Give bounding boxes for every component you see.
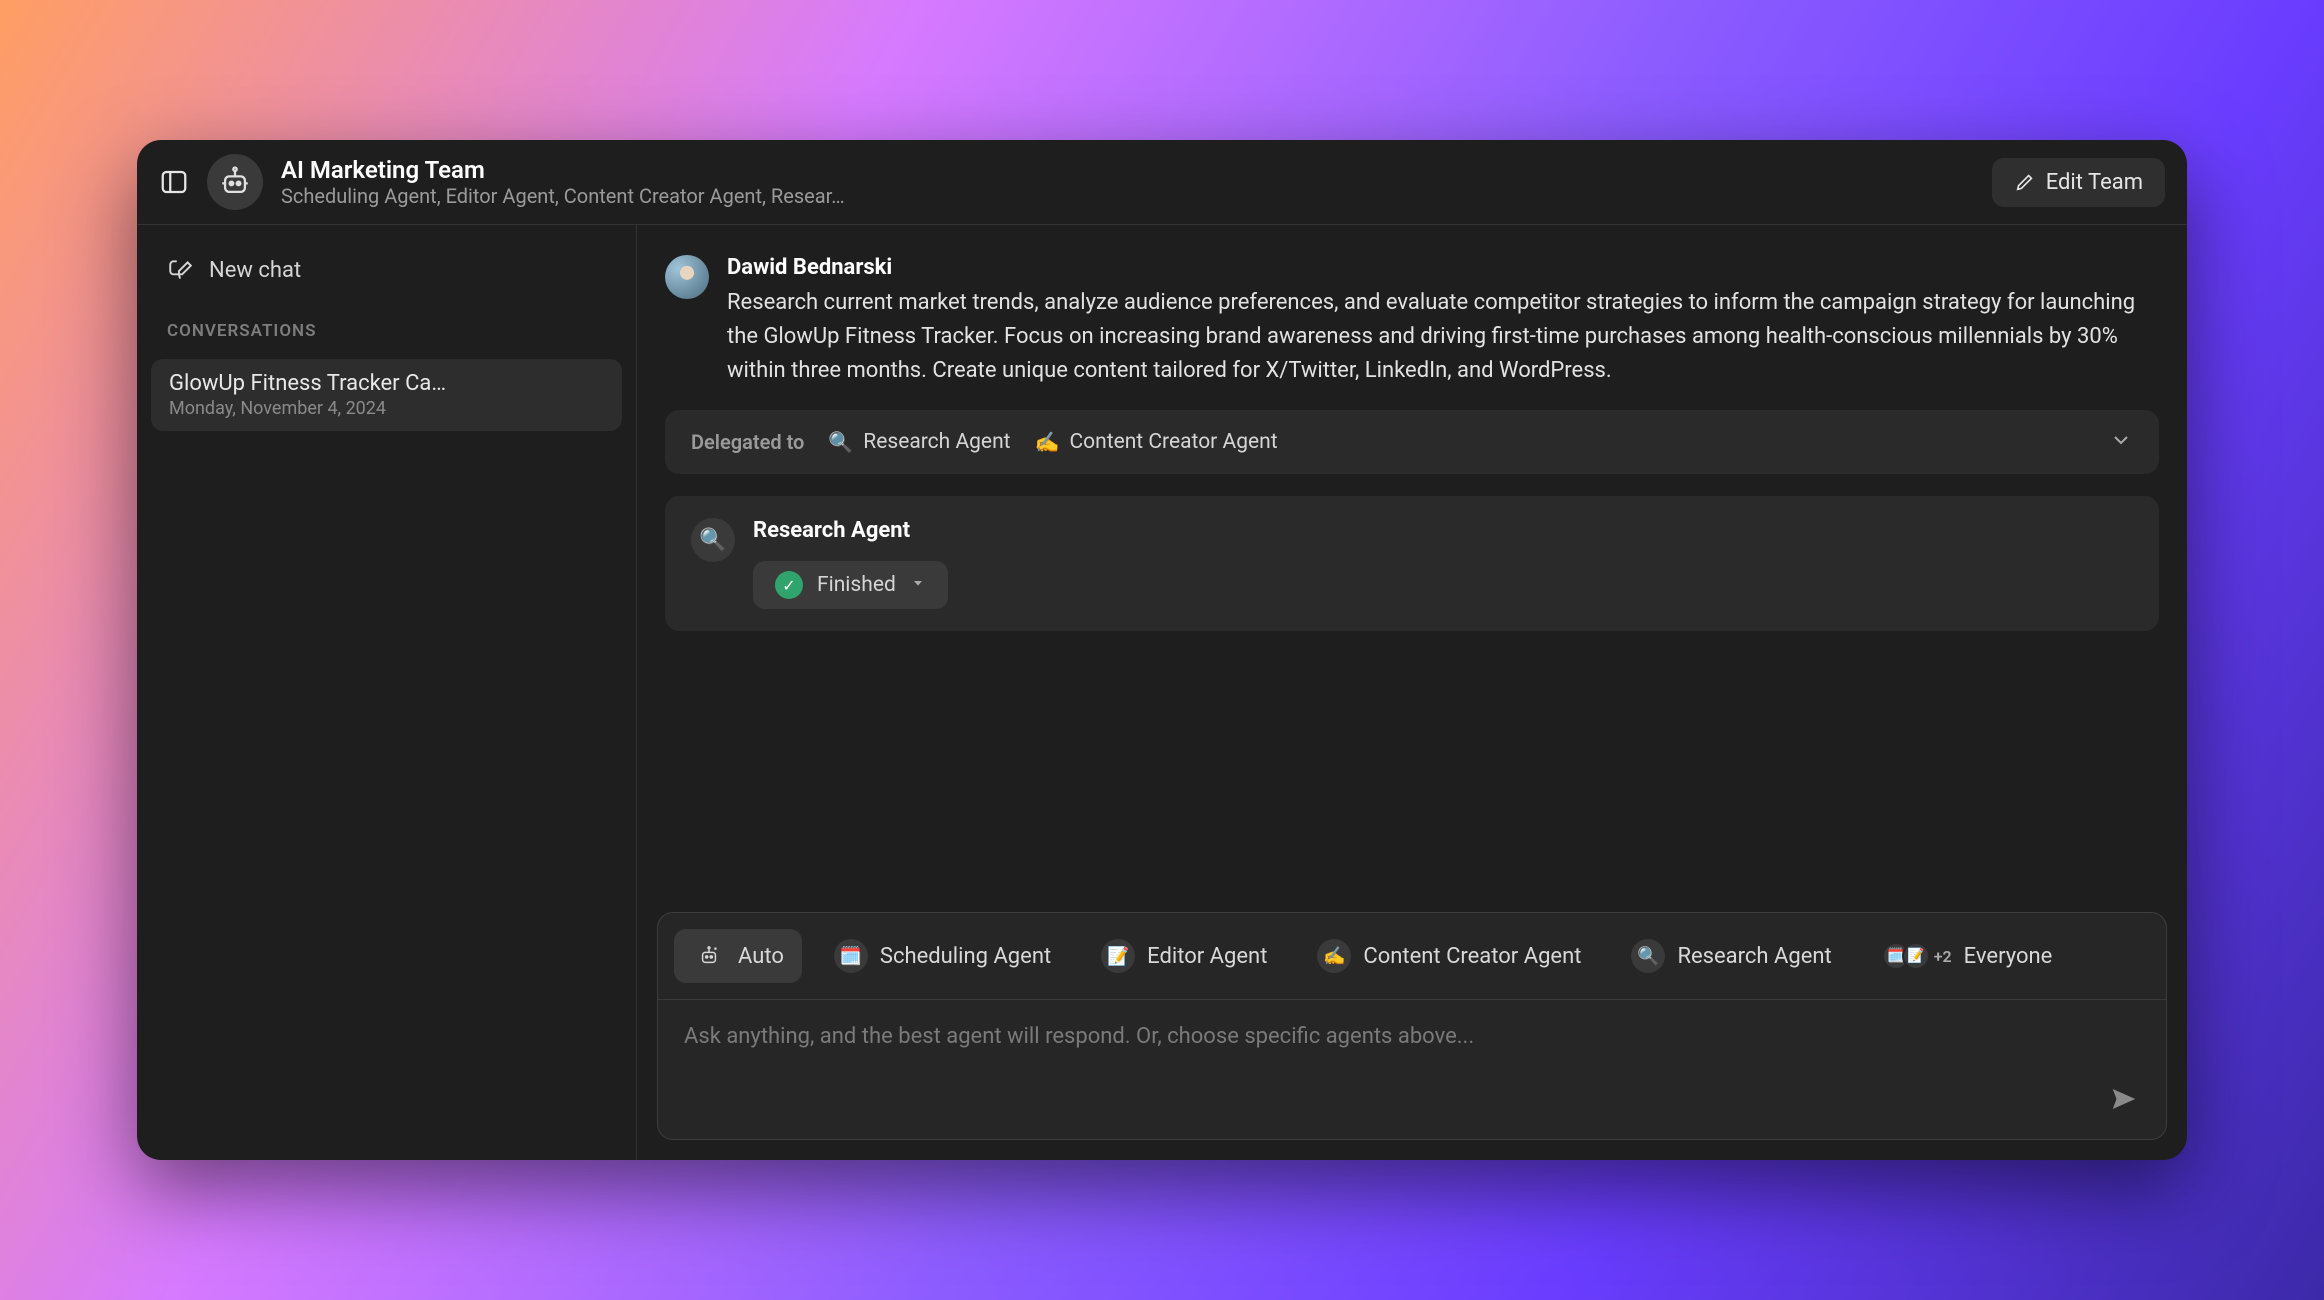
delegated-card[interactable]: Delegated to 🔍 Research Agent ✍️ Content…: [665, 410, 2159, 474]
magnifier-icon: 🔍: [828, 430, 853, 454]
agent-name: Research Agent: [753, 518, 2133, 543]
new-chat-label: New chat: [209, 258, 301, 283]
edit-team-button[interactable]: Edit Team: [1992, 158, 2165, 207]
user-message: Dawid Bednarski Research current market …: [665, 255, 2159, 388]
message-text: Research current market trends, analyze …: [727, 286, 2159, 388]
message-author: Dawid Bednarski: [727, 255, 2159, 280]
sidebar: New chat CONVERSATIONS GlowUp Fitness Tr…: [137, 225, 637, 1160]
agent-selector-scheduling[interactable]: 🗓️ Scheduling Agent: [816, 929, 1069, 983]
agent-selector-label: Research Agent: [1677, 944, 1831, 969]
header-title-group: AI Marketing Team Scheduling Agent, Edit…: [281, 156, 1974, 208]
edit-team-label: Edit Team: [2046, 170, 2143, 195]
mini-icon: 📝: [1902, 942, 1930, 970]
agent-selector-research[interactable]: 🔍 Research Agent: [1613, 929, 1849, 983]
pencil-icon: [2014, 171, 2036, 193]
status-dropdown-icon: [910, 573, 926, 597]
app-window: AI Marketing Team Scheduling Agent, Edit…: [137, 140, 2187, 1160]
calendar-icon: 🗓️: [834, 939, 868, 973]
delegated-agent-content: ✍️ Content Creator Agent: [1035, 430, 1278, 454]
agent-avatar: 🔍: [691, 518, 735, 562]
conversation-item[interactable]: GlowUp Fitness Tracker Ca… Monday, Novem…: [151, 359, 622, 431]
agent-selector-auto[interactable]: Auto: [674, 929, 802, 983]
chevron-down-icon: [2109, 428, 2133, 452]
agent-status-pill[interactable]: ✓ Finished: [753, 561, 948, 609]
composer-input[interactable]: Ask anything, and the best agent will re…: [658, 1000, 2166, 1139]
new-chat-icon: [167, 257, 193, 283]
team-avatar: [207, 154, 263, 210]
composer: Auto 🗓️ Scheduling Agent 📝 Editor Agent …: [657, 912, 2167, 1140]
everyone-plus-count: +2: [1934, 947, 1952, 966]
delegated-agent-name: Content Creator Agent: [1069, 430, 1277, 454]
sidebar-icon: [159, 167, 189, 197]
delegated-label: Delegated to: [691, 430, 804, 454]
agent-status-label: Finished: [817, 573, 896, 597]
sidebar-toggle-button[interactable]: [159, 167, 189, 197]
delegated-agent-research: 🔍 Research Agent: [828, 430, 1010, 454]
agent-selector-label: Content Creator Agent: [1363, 944, 1581, 969]
new-chat-button[interactable]: New chat: [151, 247, 622, 293]
user-avatar: [665, 255, 709, 299]
writing-icon: ✍️: [1317, 939, 1351, 973]
composer-wrap: Auto 🗓️ Scheduling Agent 📝 Editor Agent …: [637, 912, 2187, 1160]
magnifier-icon: 🔍: [1631, 939, 1665, 973]
agent-selector-label: Editor Agent: [1147, 944, 1267, 969]
thread-scroll[interactable]: Dawid Bednarski Research current market …: [637, 225, 2187, 912]
header: AI Marketing Team Scheduling Agent, Edit…: [137, 140, 2187, 225]
agent-selector-editor[interactable]: 📝 Editor Agent: [1083, 929, 1285, 983]
agent-selector-label: Auto: [738, 944, 784, 969]
memo-icon: 📝: [1101, 939, 1135, 973]
agent-selector-label: Scheduling Agent: [880, 944, 1051, 969]
composer-placeholder: Ask anything, and the best agent will re…: [684, 1024, 2140, 1049]
conversation-title: GlowUp Fitness Tracker Ca…: [169, 371, 604, 396]
robot-icon: [692, 939, 726, 973]
expand-delegated-button[interactable]: [2109, 428, 2133, 456]
team-title: AI Marketing Team: [281, 156, 1974, 184]
delegated-agent-name: Research Agent: [863, 430, 1010, 454]
agent-selector-row: Auto 🗓️ Scheduling Agent 📝 Editor Agent …: [658, 913, 2166, 983]
send-icon: [2109, 1084, 2139, 1114]
send-button[interactable]: [2102, 1077, 2146, 1121]
body: New chat CONVERSATIONS GlowUp Fitness Tr…: [137, 225, 2187, 1160]
conversations-section-label: CONVERSATIONS: [151, 303, 622, 349]
agent-selector-label: Everyone: [1964, 944, 2053, 969]
check-icon: ✓: [775, 571, 803, 599]
robot-icon: [218, 165, 252, 199]
conversation-date: Monday, November 4, 2024: [169, 398, 604, 419]
main: Dawid Bednarski Research current market …: [637, 225, 2187, 1160]
writing-icon: ✍️: [1035, 430, 1060, 454]
agent-result-card: 🔍 Research Agent ✓ Finished: [665, 496, 2159, 631]
agent-selector-content[interactable]: ✍️ Content Creator Agent: [1299, 929, 1599, 983]
team-subtitle: Scheduling Agent, Editor Agent, Content …: [281, 184, 921, 208]
agent-selector-everyone[interactable]: 🗓️ 📝 +2 Everyone: [1864, 929, 2071, 983]
